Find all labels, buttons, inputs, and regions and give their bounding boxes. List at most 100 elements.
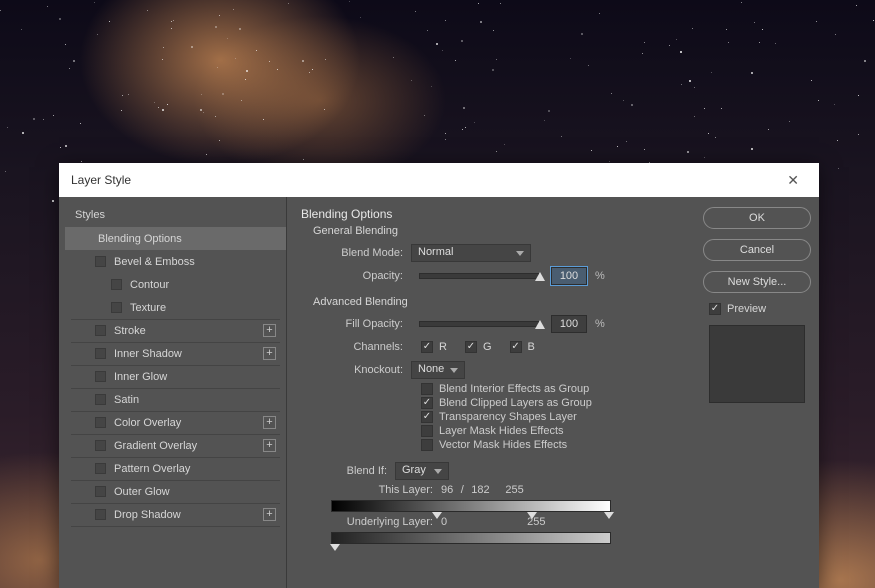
slider-thumb-icon[interactable] [535,272,545,281]
option-checkbox[interactable] [421,383,433,395]
sidebar-item-inner-shadow[interactable]: Inner Shadow + [65,342,286,365]
option-checkbox[interactable] [421,411,433,423]
sidebar-item-bevel-emboss[interactable]: Bevel & Emboss [65,250,286,273]
underlying-gradient[interactable] [331,532,611,544]
sidebar-item-label: Texture [130,302,166,314]
blend-mode-select[interactable]: Normal [411,244,531,262]
channels-label: Channels: [325,341,411,353]
blend-if-label: Blend If: [325,465,395,477]
sidebar-item-label: Stroke [114,325,146,337]
style-checkbox[interactable] [111,302,122,313]
blend-if-select[interactable]: Gray [395,462,449,480]
style-checkbox[interactable] [95,394,106,405]
style-checkbox[interactable] [95,256,106,267]
sidebar-item-blending-options[interactable]: Blending Options [65,227,286,250]
advanced-heading: Advanced Blending [313,296,685,308]
sidebar-item-contour[interactable]: Contour [65,273,286,296]
general-heading: General Blending [313,225,685,237]
sidebar-item-label: Outer Glow [114,486,170,498]
sidebar-header: Styles [65,203,286,227]
sidebar-item-label: Contour [130,279,169,291]
add-effect-icon[interactable]: + [263,508,276,521]
percent-label: % [595,270,605,282]
option-label: Vector Mask Hides Effects [439,439,567,451]
styles-sidebar: Styles Blending Options Bevel & Emboss Con… [59,197,287,588]
gradient-stop-icon[interactable] [604,512,614,519]
option-checkbox[interactable] [421,425,433,437]
channel-g-checkbox[interactable] [465,341,477,353]
style-checkbox[interactable] [95,417,106,428]
sidebar-item-color-overlay[interactable]: Color Overlay + [65,411,286,434]
sidebar-item-label: Bevel & Emboss [114,256,195,268]
option-layer-mask-hides-effects[interactable]: Layer Mask Hides Effects [421,425,685,437]
knockout-label: Knockout: [325,364,411,376]
option-checkbox[interactable] [421,397,433,409]
channel-r-checkbox[interactable] [421,341,433,353]
fill-opacity-label: Fill Opacity: [325,318,411,330]
fill-opacity-input[interactable]: 100 [551,315,587,333]
option-checkbox[interactable] [421,439,433,451]
sidebar-item-label: Satin [114,394,139,406]
sidebar-item-label: Color Overlay [114,417,181,429]
new-style-button[interactable]: New Style... [703,271,811,293]
preview-label: Preview [727,303,766,315]
option-vector-mask-hides-effects[interactable]: Vector Mask Hides Effects [421,439,685,451]
sidebar-item-drop-shadow[interactable]: Drop Shadow + [65,503,286,526]
option-blend-clipped-layers-as-group[interactable]: Blend Clipped Layers as Group [421,397,685,409]
style-checkbox[interactable] [95,371,106,382]
opacity-slider[interactable] [419,273,539,279]
preview-toggle[interactable]: Preview [709,303,807,315]
style-checkbox[interactable] [95,509,106,520]
sidebar-item-outer-glow[interactable]: Outer Glow [65,480,286,503]
sidebar-item-inner-glow[interactable]: Inner Glow [65,365,286,388]
cancel-button[interactable]: Cancel [703,239,811,261]
right-column: OK Cancel New Style... Preview [699,197,819,588]
slider-thumb-icon[interactable] [535,320,545,329]
sidebar-item-label: Inner Shadow [114,348,182,360]
add-effect-icon[interactable]: + [263,416,276,429]
close-icon[interactable]: ✕ [779,168,807,193]
style-checkbox[interactable] [95,463,106,474]
panel-title: Blending Options [301,207,685,221]
gradient-stop-icon[interactable] [330,544,340,551]
sidebar-item-label: Blending Options [98,233,182,245]
sidebar-item-stroke[interactable]: Stroke + [65,319,286,342]
ok-button[interactable]: OK [703,207,811,229]
style-checkbox[interactable] [95,325,106,336]
sidebar-item-label: Drop Shadow [114,509,181,521]
gradient-stop-icon[interactable] [527,512,537,519]
add-effect-icon[interactable]: + [263,439,276,452]
underlying-label: Underlying Layer: [331,516,441,528]
option-blend-interior-effects-as-group[interactable]: Blend Interior Effects as Group [421,383,685,395]
add-effect-icon[interactable]: + [263,324,276,337]
sidebar-item-pattern-overlay[interactable]: Pattern Overlay [65,457,286,480]
sidebar-item-texture[interactable]: Texture [65,296,286,319]
layer-style-dialog: Layer Style ✕ Styles Blending Options Bev… [59,163,819,588]
opacity-input[interactable]: 100 [551,267,587,285]
sidebar-item-label: Pattern Overlay [114,463,190,475]
preview-checkbox[interactable] [709,303,721,315]
sidebar-item-label: Gradient Overlay [114,440,197,452]
this-layer-gradient[interactable] [331,500,611,512]
percent-label: % [595,318,605,330]
fill-opacity-slider[interactable] [419,321,539,327]
style-checkbox[interactable] [111,279,122,290]
channel-b-checkbox[interactable] [510,341,522,353]
sidebar-item-label: Inner Glow [114,371,167,383]
this-layer-low: 96 [441,484,453,496]
option-label: Layer Mask Hides Effects [439,425,564,437]
option-label: Transparency Shapes Layer [439,411,577,423]
sidebar-item-satin[interactable]: Satin [65,388,286,411]
style-checkbox[interactable] [95,440,106,451]
gradient-stop-icon[interactable] [432,512,442,519]
style-checkbox[interactable] [95,486,106,497]
knockout-select[interactable]: None [411,361,465,379]
this-layer-high: 255 [490,484,540,496]
sidebar-item-gradient-overlay[interactable]: Gradient Overlay + [65,434,286,457]
style-checkbox[interactable] [95,348,106,359]
option-transparency-shapes-layer[interactable]: Transparency Shapes Layer [421,411,685,423]
titlebar: Layer Style ✕ [59,163,819,197]
dialog-title: Layer Style [71,173,131,187]
channels-group: R G B [411,341,535,353]
add-effect-icon[interactable]: + [263,347,276,360]
